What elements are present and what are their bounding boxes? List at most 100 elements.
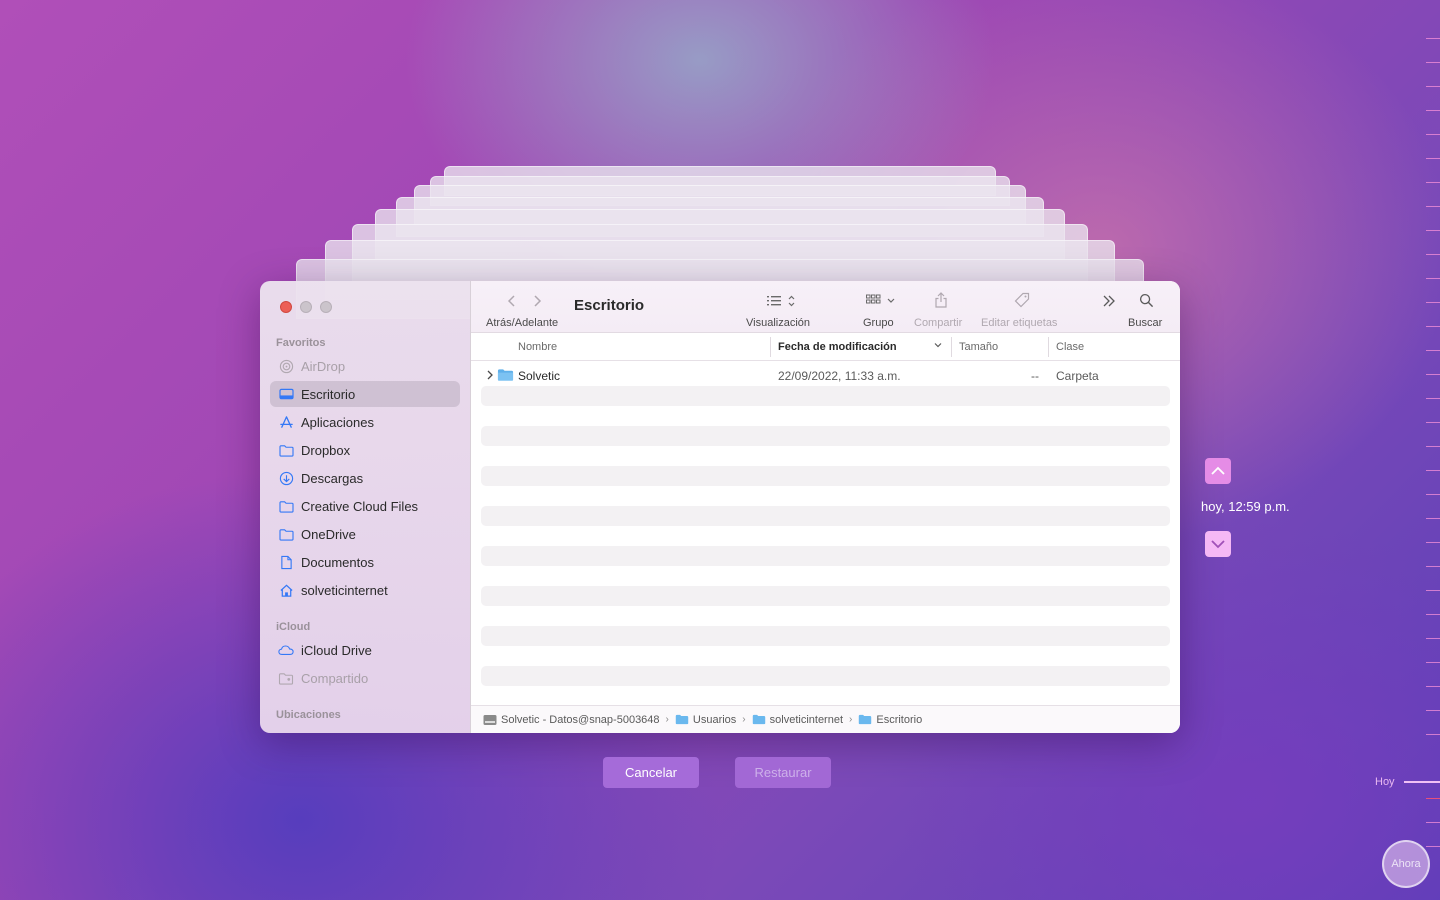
timeline-tick [1426,686,1440,687]
back-button[interactable] [506,293,518,309]
column-size[interactable]: Tamaño [959,341,998,353]
sidebar-item-icloud-drive[interactable]: iCloud Drive [270,637,460,663]
empty-row [481,466,1170,486]
group-button[interactable] [866,294,898,308]
folder-icon [278,498,294,514]
timeline-tick [1426,158,1440,159]
sort-chevron-icon[interactable] [933,340,943,353]
download-icon [278,470,294,486]
search-icon [1139,293,1154,308]
table-row[interactable]: Solvetic 22/09/2022, 11:33 a.m. -- Carpe… [471,366,1180,386]
chevron-left-icon [507,295,515,307]
close-button[interactable] [280,301,292,313]
cancel-button[interactable]: Cancelar [603,757,699,788]
timeline-now-button[interactable]: Ahora [1382,840,1430,888]
column-name[interactable]: Nombre [518,341,557,353]
tags-button[interactable] [1014,292,1030,308]
sidebar: Favoritos AirDrop Escritorio Aplicacione… [260,281,471,733]
timeline[interactable] [1420,30,1440,870]
timeline-tick [1426,230,1440,231]
timeline-tick [1426,38,1440,39]
sidebar-item-label: iCloud Drive [301,642,372,658]
file-date: 22/09/2022, 11:33 a.m. [778,369,901,383]
path-item-escritorio[interactable]: Escritorio [858,714,922,726]
chevron-up-icon [1211,466,1225,475]
forward-button[interactable] [531,293,543,309]
sidebar-item-compartido[interactable]: Compartido [270,665,460,691]
minimize-button[interactable] [300,301,312,313]
sidebar-item-label: Dropbox [301,442,351,458]
timeline-tick [1426,710,1440,711]
file-size: -- [1031,369,1039,383]
timeline-tick [1426,326,1440,327]
snapshot-time-label: hoy, 12:59 p.m. [1201,499,1290,514]
sidebar-item-creative-cloud-files[interactable]: Creative Cloud Files [270,493,460,519]
path-separator-icon: › [665,714,669,725]
sidebar-item-label: Aplicaciones [301,414,374,430]
view-button[interactable] [767,294,797,308]
path-item-usuarios[interactable]: Usuarios [675,714,736,726]
finder-window: Favoritos AirDrop Escritorio Aplicacione… [260,281,1180,733]
sidebar-item-airdrop[interactable]: AirDrop [270,353,460,379]
search-button[interactable] [1139,293,1154,308]
sidebar-item-escritorio[interactable]: Escritorio [270,381,460,407]
share-label: Compartir [914,317,963,329]
sidebar-item-label: AirDrop [301,358,346,374]
chevron-down-icon [1211,540,1225,549]
disclosure-chevron-icon[interactable] [486,369,494,384]
path-separator-icon: › [849,714,853,725]
sidebar-item-documentos[interactable]: Documentos [270,549,460,575]
file-name: Solvetic [518,369,561,383]
previous-snapshot-button[interactable] [1205,458,1231,484]
folder-icon [278,526,294,542]
share-button[interactable] [934,292,948,308]
timeline-tick [1426,822,1440,823]
sidebar-item-label: Creative Cloud Files [301,498,419,514]
sidebar-item-dropbox[interactable]: Dropbox [270,437,460,463]
toolbar: Atrás/Adelante Escritorio Visualización … [471,281,1180,333]
timeline-tick [1426,374,1440,375]
empty-row [481,426,1170,446]
sidebar-item-aplicaciones[interactable]: Aplicaciones [270,409,460,435]
timeline-tick [1426,182,1440,183]
next-snapshot-button[interactable] [1205,531,1231,557]
sidebar-item-onedrive[interactable]: OneDrive [270,521,460,547]
more-toolbar-button[interactable] [1101,294,1117,308]
column-divider [1048,337,1049,357]
timeline-tick [1426,86,1440,87]
folder-icon [497,368,514,385]
applications-icon [278,414,294,430]
sidebar-item-solveticinternet[interactable]: solveticinternet [270,577,460,603]
window-title: Escritorio [574,297,645,314]
finder-main: Atrás/Adelante Escritorio Visualización … [471,281,1180,733]
column-date[interactable]: Fecha de modificación [778,341,897,353]
shared-folder-icon [278,670,294,686]
restore-button[interactable]: Restaurar [735,757,831,788]
group-label: Grupo [863,317,894,329]
path-bar: Solvetic - Datos@snap-5003648 › Usuarios… [471,705,1180,733]
timeline-tick [1426,614,1440,615]
empty-row [481,506,1170,526]
path-item-volume[interactable]: Solvetic - Datos@snap-5003648 [483,714,660,726]
column-divider [951,337,952,357]
zoom-button[interactable] [320,301,332,313]
chevron-right-icon [534,295,542,307]
column-divider [770,337,771,357]
column-kind[interactable]: Clase [1056,341,1084,353]
view-label: Visualización [746,317,811,329]
timeline-tick [1426,446,1440,447]
timeline-tick [1426,110,1440,111]
timeline-tick [1426,302,1440,303]
sidebar-item-label: Compartido [301,670,369,686]
timeline-tick [1426,494,1440,495]
sidebar-item-label: Documentos [301,554,374,570]
sidebar-item-label: solveticinternet [301,582,388,598]
timeline-tick [1426,398,1440,399]
empty-row [481,386,1170,406]
timeline-tick [1426,278,1440,279]
folder-icon [278,442,294,458]
path-item-solveticinternet[interactable]: solveticinternet [752,714,843,726]
sidebar-item-descargas[interactable]: Descargas [270,465,460,491]
timeline-now-label: Ahora [1391,858,1421,870]
sidebar-item-label: Descargas [301,470,364,486]
